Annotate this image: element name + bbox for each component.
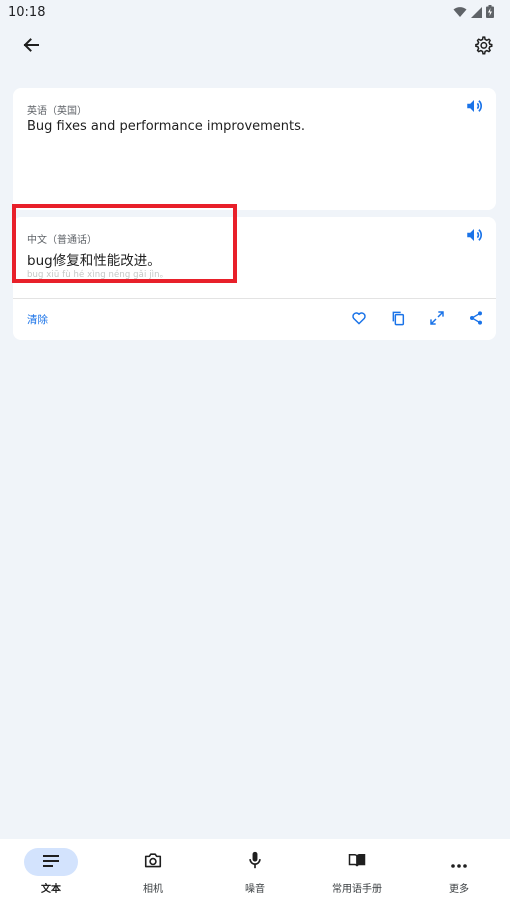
app-bar	[0, 24, 510, 70]
nav-item-phrasebook[interactable]: 常用语手册	[306, 839, 408, 907]
share-button[interactable]	[466, 310, 486, 330]
source-text[interactable]: Bug fixes and performance improvements.	[27, 119, 305, 134]
nav-icon-container	[432, 848, 486, 876]
back-button[interactable]	[18, 34, 44, 60]
copy-button[interactable]	[388, 310, 408, 330]
clear-button[interactable]: 清除	[27, 312, 48, 327]
cellular-signal-icon	[471, 3, 482, 22]
nav-label: 噪音	[245, 884, 265, 895]
settings-button[interactable]	[470, 34, 496, 60]
camera-icon	[144, 852, 162, 872]
status-bar: 10:18	[0, 0, 510, 24]
microphone-icon	[248, 851, 262, 873]
status-time: 10:18	[8, 4, 46, 20]
nav-icon-container	[228, 848, 282, 876]
phrasebook-icon	[348, 852, 366, 872]
gear-icon	[473, 35, 493, 59]
nav-item-camera[interactable]: 相机	[102, 839, 204, 907]
bottom-navigation: 文本 相机 噪音 常用语手册 更多	[0, 839, 510, 907]
translated-text: bug修复和性能改进。	[27, 253, 161, 269]
share-icon	[468, 310, 484, 330]
nav-icon-container	[126, 848, 180, 876]
favorite-button[interactable]	[349, 310, 369, 330]
translation-card: 中文（普通话） bug修复和性能改进。 bug xiū fù hé xìng n…	[13, 217, 496, 340]
more-horizontal-icon	[451, 853, 467, 872]
nav-icon-container	[330, 848, 384, 876]
speaker-icon	[465, 226, 483, 248]
battery-charging-icon	[486, 3, 494, 22]
speaker-icon	[465, 97, 483, 119]
nav-item-text[interactable]: 文本	[0, 839, 102, 907]
arrow-back-icon	[23, 37, 39, 57]
pinyin-text: bug xiū fù hé xìng néng gǎi jìn。	[27, 270, 169, 280]
fullscreen-button[interactable]	[427, 310, 447, 330]
source-listen-button[interactable]	[464, 98, 484, 118]
heart-icon	[351, 310, 367, 330]
nav-icon-container	[24, 848, 78, 876]
target-listen-button[interactable]	[464, 227, 484, 247]
text-lines-icon	[42, 853, 60, 872]
source-card: 英语（英国） Bug fixes and performance improve…	[13, 88, 496, 210]
status-icons	[453, 3, 494, 22]
nav-label: 更多	[449, 884, 469, 895]
copy-icon	[390, 310, 406, 330]
card-divider	[13, 298, 496, 299]
nav-item-more[interactable]: 更多	[408, 839, 510, 907]
nav-item-voice[interactable]: 噪音	[204, 839, 306, 907]
nav-label: 文本	[41, 884, 61, 895]
target-language-label: 中文（普通话）	[27, 235, 97, 246]
source-language-label: 英语（英国）	[27, 106, 87, 117]
nav-label: 常用语手册	[332, 884, 382, 895]
expand-icon	[429, 310, 445, 330]
wifi-icon	[453, 3, 467, 22]
nav-label: 相机	[143, 884, 163, 895]
